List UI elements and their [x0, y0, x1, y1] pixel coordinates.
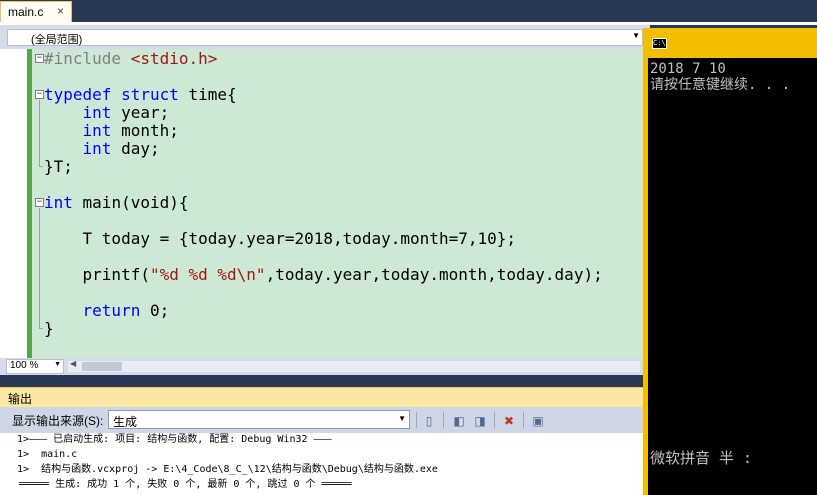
toolbar-separator [494, 412, 495, 428]
toolbar-separator [416, 412, 417, 428]
clear-all-icon[interactable]: ✖ [500, 411, 518, 429]
next-message-icon[interactable]: ◨ [471, 411, 489, 429]
zoom-level: 100 % [10, 360, 39, 371]
output-source-value: 生成 [113, 415, 138, 429]
code-editor[interactable]: − − − #include <stdio.h> typedef struct t… [0, 49, 643, 358]
previous-message-icon[interactable]: ◧ [450, 411, 468, 429]
editor-gutter [0, 49, 27, 358]
fold-guide-end [39, 166, 43, 167]
ime-status: 微软拼音 半 : [650, 449, 753, 467]
chevron-down-icon: ▼ [54, 361, 61, 368]
code-area[interactable]: − − − #include <stdio.h> typedef struct t… [32, 49, 643, 358]
chevron-down-icon: ▼ [632, 31, 640, 40]
console-window[interactable]: C:\ 2018 7 10 请按任意键继续. . . 微软拼音 半 : [643, 28, 817, 495]
output-line: 1> 结构与函数.vcxproj -> E:\4_Code\8_C_\12\结构… [17, 464, 438, 475]
code-line: printf("%d %d %d\n",today.year,today.mon… [44, 265, 603, 284]
cmd-icon: C:\ [652, 38, 667, 49]
code-line: return 0; [82, 301, 170, 320]
tab-label: main.c [8, 5, 44, 19]
fold-guide [39, 100, 40, 166]
scope-dropdown[interactable]: (全局范围) ▼ [7, 29, 643, 46]
toolbar-separator [523, 412, 524, 428]
output-line: 1>——— 已启动生成: 项目: 结构与函数, 配置: Debug Win32 … [17, 434, 332, 445]
output-line: ═════ 生成: 成功 1 个, 失败 0 个, 最新 0 个, 跳过 0 个… [19, 479, 352, 490]
code-line: int main(void){ [44, 193, 189, 212]
collapse-icon[interactable]: − [35, 54, 44, 63]
collapse-icon[interactable]: − [35, 198, 44, 207]
close-icon[interactable]: × [57, 4, 64, 18]
output-line: 1> main.c [17, 449, 78, 460]
code-line: } [44, 319, 54, 338]
word-wrap-icon[interactable]: ▣ [529, 411, 547, 429]
tab-main-c[interactable]: main.c × [0, 1, 72, 22]
navigation-bar: (全局范围) ▼ [0, 25, 650, 49]
scope-label: (全局范围) [31, 34, 83, 46]
code-line: T today = {today.year=2018,today.month=7… [82, 229, 517, 248]
code-line: int month; [82, 121, 179, 140]
console-line: 请按任意键继续. . . [650, 77, 791, 93]
code-line: int year; [82, 103, 170, 122]
code-line: typedef struct time{ [44, 85, 237, 104]
output-source-label: 显示输出来源(S): [12, 414, 104, 428]
output-title: 输出 [8, 392, 33, 406]
fold-guide [39, 208, 40, 328]
fold-guide-end [39, 328, 43, 329]
code-line: #include <stdio.h> [44, 49, 218, 68]
document-tab-bar: main.c × [0, 0, 817, 22]
console-line: 2018 7 10 [650, 61, 726, 77]
editor-status-bar: 100 % ▼ ◀ [0, 358, 643, 375]
collapse-icon[interactable]: − [35, 90, 44, 99]
output-title-bar: 输出 [0, 387, 643, 407]
chevron-down-icon: ▼ [398, 414, 406, 423]
panel-splitter[interactable] [0, 375, 643, 387]
scrollbar-thumb[interactable] [82, 362, 122, 371]
horizontal-scrollbar[interactable] [68, 361, 640, 372]
output-panel: 输出 显示输出来源(S): 生成 ▼ ▯ ◧ ◨ ✖ ▣ 1>——— 已启动生成… [0, 387, 643, 495]
code-line: }T; [44, 157, 73, 176]
zoom-dropdown[interactable]: 100 % ▼ [6, 359, 64, 374]
find-message-icon[interactable]: ▯ [420, 411, 438, 429]
scroll-left-icon[interactable]: ◀ [70, 359, 76, 368]
console-screen[interactable]: 2018 7 10 请按任意键继续. . . 微软拼音 半 : [648, 58, 817, 495]
console-title-bar[interactable]: C:\ [643, 28, 817, 58]
code-line: int day; [82, 139, 160, 158]
output-toolbar: 显示输出来源(S): 生成 ▼ ▯ ◧ ◨ ✖ ▣ [0, 407, 643, 433]
output-text[interactable]: 1>——— 已启动生成: 项目: 结构与函数, 配置: Debug Win32 … [0, 433, 643, 495]
output-source-dropdown[interactable]: 生成 ▼ [108, 410, 410, 429]
toolbar-separator [443, 412, 444, 428]
